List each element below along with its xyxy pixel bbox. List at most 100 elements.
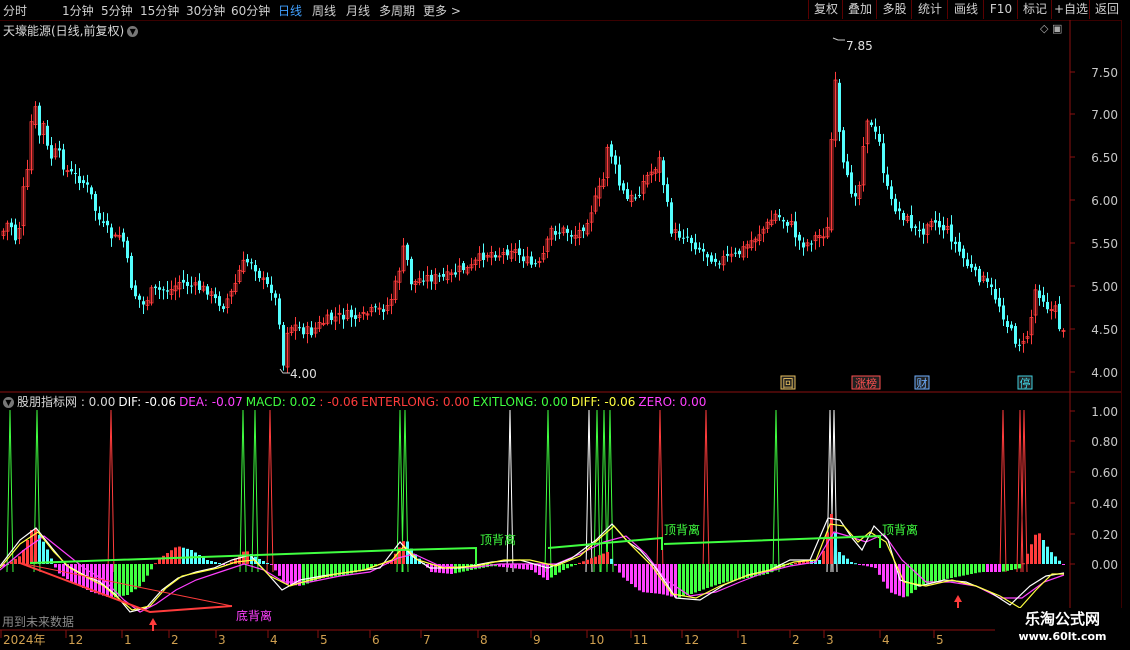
candle-body — [374, 306, 377, 308]
toolbar-button-3[interactable]: 统计 — [911, 0, 948, 19]
macd-bar — [562, 564, 565, 570]
macd-bar — [606, 552, 609, 564]
buy-arrow-icon — [954, 595, 962, 602]
macd-bar — [118, 564, 121, 597]
kline-chart-area[interactable]: 7.50 7.00 6.50 6.00 5.50 5.00 4.50 4.00 7.85 4.00… — [0, 20, 1121, 650]
macd-bar — [686, 564, 689, 596]
period-tab-7[interactable]: 周线 — [312, 2, 336, 19]
macd-bar — [734, 564, 737, 581]
ind-y-tick-label: 0.80 — [1091, 435, 1118, 449]
period-tab-6[interactable]: 日线 — [278, 2, 302, 19]
candle-body — [78, 176, 81, 184]
time-axis-label: 2 — [171, 633, 179, 647]
candle-body — [534, 263, 537, 265]
indicator-menu-icon[interactable]: ▼ — [3, 397, 14, 408]
candle-body — [938, 221, 941, 228]
time-axis-label: 2 — [792, 633, 800, 647]
candle-body — [838, 82, 841, 132]
period-tab-9[interactable]: 多周期 — [379, 2, 415, 19]
macd-bar — [942, 564, 945, 580]
macd-bar — [970, 564, 973, 574]
candle-body — [706, 254, 709, 258]
toolbar-button-8[interactable]: 返回 — [1089, 0, 1124, 19]
macd-bar — [954, 564, 957, 578]
toolbar-button-6[interactable]: 标记 — [1017, 0, 1052, 19]
macd-bar — [1034, 534, 1037, 564]
toolbar-button-1[interactable]: 叠加 — [842, 0, 877, 19]
macd-bar — [998, 564, 1001, 572]
candle-body — [670, 202, 673, 234]
macd-bar — [130, 564, 133, 593]
period-tab-10[interactable]: 更多 > — [423, 2, 461, 19]
macd-bar — [450, 564, 453, 574]
macd-bar — [930, 564, 933, 583]
candle-body — [1042, 295, 1045, 302]
macd-bar — [886, 564, 889, 589]
time-axis-label: 4 — [882, 633, 890, 647]
toolbar-button-0[interactable]: 复权 — [808, 0, 843, 19]
macd-bar — [858, 564, 861, 565]
macd-bar — [134, 564, 137, 590]
period-tab-2[interactable]: 5分钟 — [101, 2, 133, 19]
candle-body — [566, 228, 569, 233]
candle-body — [1038, 290, 1041, 299]
legend-item-1: DIF: -0.06 — [118, 395, 177, 409]
toolbar-button-7[interactable]: +自选 — [1051, 0, 1090, 19]
period-tab-1[interactable]: 1分钟 — [62, 2, 94, 19]
time-axis-label: 7 — [423, 633, 431, 647]
candle-body — [214, 294, 217, 299]
legend-item-8: ZERO: 0.00 — [638, 395, 707, 409]
candle-body — [690, 237, 693, 244]
buy-arrow-icon — [149, 618, 157, 625]
macd-bar — [1018, 564, 1021, 569]
top-divergence-line-3 — [663, 534, 881, 548]
candle-body — [870, 122, 873, 125]
macd-bar — [146, 564, 149, 576]
event-badge-text: 涨榜 — [855, 376, 877, 390]
macd-bar — [990, 564, 993, 572]
macd-bar — [890, 564, 893, 593]
signal-spike — [702, 409, 710, 573]
candle-body — [274, 293, 277, 298]
candle-body — [922, 228, 925, 235]
macd-bar — [58, 564, 61, 574]
candle-body — [954, 241, 957, 245]
time-axis-label: 5 — [320, 633, 328, 647]
macd-bar — [138, 564, 141, 587]
candle-body — [438, 275, 441, 277]
toolbar-button-5[interactable]: F10 — [983, 0, 1018, 19]
macd-bar — [882, 564, 885, 582]
candle-body — [622, 183, 625, 191]
y-tick-label: 5.00 — [1091, 280, 1118, 294]
time-axis-label: 10 — [589, 633, 604, 647]
candle-body — [910, 215, 913, 229]
candles-group — [1, 71, 1066, 374]
candle-body — [222, 306, 225, 309]
period-tab-0[interactable]: 分时 — [3, 2, 27, 19]
macd-bar — [714, 564, 717, 586]
macd-bar — [978, 564, 981, 573]
macd-bar — [578, 562, 581, 564]
candle-body — [142, 301, 145, 305]
macd-bar — [1030, 544, 1033, 564]
macd-bar — [702, 564, 705, 590]
ind-y-tick-label: 0.40 — [1091, 497, 1118, 511]
period-tab-3[interactable]: 15分钟 — [140, 2, 179, 19]
candle-body — [90, 187, 93, 195]
candle-body — [942, 224, 945, 231]
candle-body — [270, 284, 273, 293]
period-tab-4[interactable]: 30分钟 — [186, 2, 225, 19]
macd-bar — [726, 564, 729, 582]
macd-bar — [718, 564, 721, 584]
macd-bar — [206, 560, 209, 564]
period-tab-8[interactable]: 月线 — [346, 2, 370, 19]
candle-body — [430, 274, 433, 282]
macd-bar — [1042, 540, 1045, 564]
right-scrollbar[interactable] — [1121, 20, 1130, 640]
toolbar-button-4[interactable]: 画线 — [947, 0, 984, 19]
macd-bar — [642, 564, 645, 593]
period-tab-5[interactable]: 60分钟 — [231, 2, 270, 19]
toolbar-button-2[interactable]: 多股 — [876, 0, 912, 19]
candle-body — [246, 258, 249, 263]
candle-body — [610, 144, 613, 157]
